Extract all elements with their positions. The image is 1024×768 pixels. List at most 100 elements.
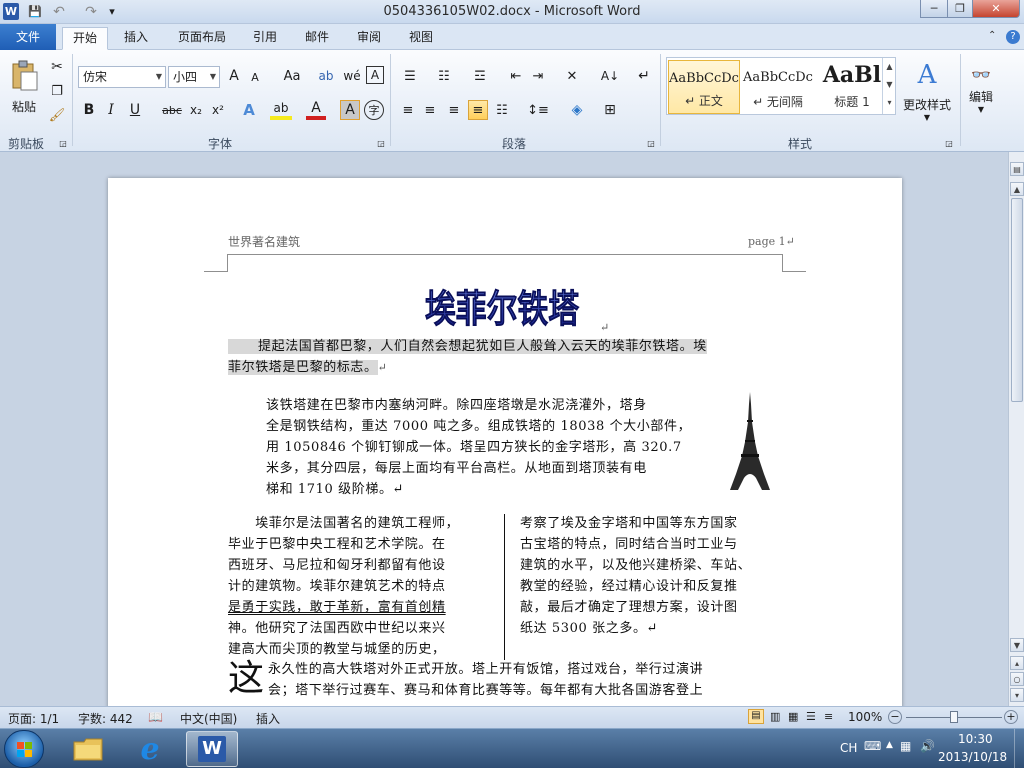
taskbar-ie[interactable]: e [124, 731, 176, 767]
multilevel-list-icon[interactable]: ☲ [468, 66, 492, 86]
insert-mode[interactable]: 插入 [256, 710, 280, 727]
copy-icon[interactable]: ❐ [48, 82, 66, 100]
start-button[interactable] [4, 730, 44, 768]
char-border-icon[interactable]: A [366, 66, 384, 84]
tab-page-layout[interactable]: 页面布局 [170, 27, 234, 50]
shrink-font-button[interactable]: A [246, 68, 264, 86]
draft-icon[interactable]: ≡ [824, 710, 833, 723]
vertical-scrollbar[interactable]: ▤ ▲ ▼ ▴ ○ ▾ [1008, 152, 1024, 706]
ime-indicator[interactable]: CH [840, 741, 857, 755]
change-styles-button[interactable]: A 更改样式 ▼ [900, 56, 954, 126]
scroll-up-icon[interactable]: ▲ [1010, 182, 1024, 196]
paragraph-launcher-icon[interactable]: ◲ [646, 138, 656, 148]
justify-icon[interactable]: ≡ [468, 100, 488, 120]
font-color-icon[interactable]: A [306, 100, 326, 120]
tab-mailings[interactable]: 邮件 [298, 27, 336, 50]
tray-expand-icon[interactable]: ▲ [886, 740, 893, 750]
tab-view[interactable]: 视图 [402, 27, 440, 50]
collapse-ribbon-icon[interactable]: ⌃ [988, 30, 996, 41]
web-layout-icon[interactable]: ▦ [788, 710, 798, 723]
cut-icon[interactable]: ✂ [48, 58, 66, 76]
clear-format-icon[interactable]: ab [316, 66, 336, 86]
zoom-in-button[interactable]: + [1004, 710, 1018, 724]
zoom-slider-thumb[interactable] [950, 711, 958, 723]
change-case-button[interactable]: Aa [278, 66, 306, 86]
phonetic-guide-icon[interactable]: wé [342, 66, 362, 86]
zoom-level[interactable]: 100% [848, 710, 882, 724]
strikethrough-button[interactable]: abc [160, 100, 184, 120]
tab-insert[interactable]: 插入 [116, 27, 156, 50]
wordart-title[interactable]: 埃菲尔铁塔 [420, 282, 584, 332]
help-icon[interactable]: ? [1006, 30, 1020, 44]
grow-font-button[interactable]: A [224, 66, 244, 86]
keyboard-icon[interactable]: ⌨ [864, 739, 881, 753]
style-name: ↵ 无间隔 [753, 95, 803, 109]
gallery-scroll[interactable]: ▲ ▼ ▾ [882, 58, 896, 114]
show-marks-icon[interactable]: ↵ [634, 66, 654, 86]
outline-icon[interactable]: ☰ [806, 710, 816, 723]
editing-button[interactable]: 👓 编辑 ▼ [964, 56, 998, 122]
clock-time[interactable]: 10:30 [958, 732, 993, 746]
language-indicator[interactable]: 中文(中国) [180, 710, 237, 727]
font-launcher-icon[interactable]: ◲ [376, 138, 386, 148]
close-button[interactable]: ✕ [972, 0, 1020, 18]
scroll-thumb[interactable] [1011, 198, 1023, 402]
browse-object-icon[interactable]: ○ [1010, 672, 1024, 686]
style-heading-1[interactable]: AaBl 标题 1 [816, 60, 888, 114]
bullets-icon[interactable]: ☰ [398, 66, 422, 86]
borders-icon[interactable]: ⊞ [600, 100, 620, 120]
numbering-icon[interactable]: ☷ [432, 66, 456, 86]
print-layout-icon[interactable]: ▤ [748, 709, 764, 724]
align-right-icon[interactable]: ≡ [444, 100, 464, 120]
style-no-spacing[interactable]: AaBbCcDc ↵ 无间隔 [742, 60, 814, 114]
line-spacing-icon[interactable]: ↕≡ [526, 100, 550, 120]
volume-icon[interactable]: 🔊 [920, 739, 935, 753]
format-painter-icon[interactable]: 🖌 [48, 106, 66, 124]
clock-date[interactable]: 2013/10/18 [938, 750, 1007, 764]
prev-page-icon[interactable]: ▴ [1010, 656, 1024, 670]
bold-button[interactable]: B [80, 100, 98, 120]
shading-icon[interactable]: ◈ [566, 100, 588, 120]
align-center-icon[interactable]: ≡ [420, 100, 440, 120]
clipboard-launcher-icon[interactable]: ◲ [58, 138, 68, 148]
proofing-icon[interactable]: 📖 [148, 710, 163, 724]
superscript-button[interactable]: x² [208, 100, 228, 120]
page-count[interactable]: 页面: 1/1 [8, 710, 59, 727]
style-normal[interactable]: AaBbCcDc ↵ 正文 [668, 60, 740, 114]
network-icon[interactable]: ▦ [900, 739, 911, 753]
char-shading-icon[interactable]: A [340, 100, 360, 120]
taskbar-word[interactable]: W [186, 731, 238, 767]
taskbar-explorer[interactable] [62, 731, 114, 767]
distribute-icon[interactable]: ☷ [492, 100, 512, 120]
sort-icon[interactable]: A↓ [600, 66, 620, 86]
ruler-toggle-icon[interactable]: ▤ [1010, 162, 1024, 176]
italic-button[interactable]: I [102, 100, 120, 120]
highlight-color-icon[interactable]: ab [270, 100, 292, 120]
zoom-out-button[interactable]: − [888, 710, 902, 724]
styles-launcher-icon[interactable]: ◲ [944, 138, 954, 148]
maximize-button[interactable]: ❐ [947, 0, 973, 18]
paste-button[interactable]: 粘贴 [6, 54, 42, 120]
subscript-button[interactable]: x₂ [186, 100, 206, 120]
align-left-icon[interactable]: ≡ [398, 100, 418, 120]
tab-home[interactable]: 开始 [62, 27, 108, 50]
font-name-select[interactable]: 仿宋 ▼ [78, 66, 166, 88]
enclose-char-icon[interactable]: 字 [364, 100, 384, 120]
underline-button[interactable]: U [124, 100, 146, 120]
text-effects-icon[interactable]: A [238, 100, 260, 120]
next-page-icon[interactable]: ▾ [1010, 688, 1024, 702]
word-count[interactable]: 字数: 442 [78, 710, 133, 727]
reading-layout-icon[interactable]: ▥ [770, 710, 780, 723]
document-page[interactable]: 世界著名建筑 page 1↵ 埃菲尔铁塔 ↵ 提起法国首都巴黎，人们自然会想起犹… [108, 178, 902, 706]
minimize-button[interactable]: ─ [920, 0, 948, 18]
scroll-down-icon[interactable]: ▼ [1010, 638, 1024, 652]
tab-file[interactable]: 文件 [0, 24, 56, 50]
eiffel-tower-image[interactable] [728, 392, 772, 492]
chinese-layout-icon[interactable]: ✕ [560, 66, 584, 86]
show-desktop-button[interactable] [1014, 729, 1024, 768]
font-size-select[interactable]: 小四 ▼ [168, 66, 220, 88]
increase-indent-icon[interactable]: ⇥ [528, 66, 548, 86]
tab-review[interactable]: 审阅 [350, 27, 388, 50]
decrease-indent-icon[interactable]: ⇤ [506, 66, 526, 86]
tab-references[interactable]: 引用 [246, 27, 284, 50]
